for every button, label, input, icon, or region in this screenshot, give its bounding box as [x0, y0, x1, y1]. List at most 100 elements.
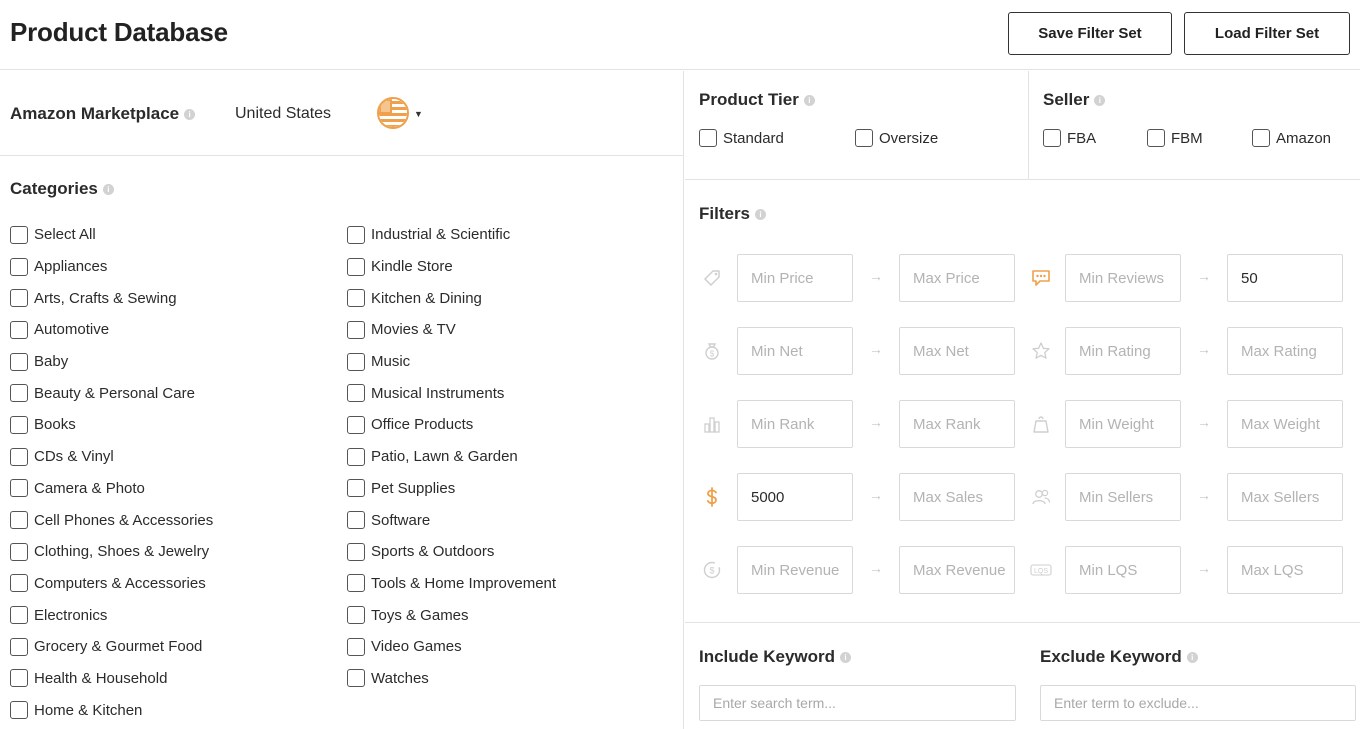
category-office-products[interactable]: Office Products: [347, 409, 556, 441]
category-computers-and-accessories[interactable]: Computers & Accessories: [10, 568, 213, 600]
save-filter-set-button[interactable]: Save Filter Set: [1008, 12, 1172, 55]
checkbox[interactable]: [1043, 129, 1061, 147]
checkbox[interactable]: [10, 701, 28, 720]
min-price-input[interactable]: [737, 254, 853, 302]
category-movies-and-tv[interactable]: Movies & TV: [347, 314, 556, 346]
category-sports-and-outdoors[interactable]: Sports & Outdoors: [347, 536, 556, 568]
min-net-input[interactable]: [737, 327, 853, 375]
max-revenue-input[interactable]: [899, 546, 1015, 594]
include-keyword-input[interactable]: [699, 685, 1016, 721]
checkbox[interactable]: [347, 447, 365, 466]
category-beauty-and-personal-care[interactable]: Beauty & Personal Care: [10, 377, 213, 409]
checkbox[interactable]: [347, 574, 365, 593]
category-electronics[interactable]: Electronics: [10, 599, 213, 631]
category-clothing-shoes-and-jewelry[interactable]: Clothing, Shoes & Jewelry: [10, 536, 213, 568]
category-toys-and-games[interactable]: Toys & Games: [347, 599, 556, 631]
category-appliances[interactable]: Appliances: [10, 251, 213, 283]
checkbox[interactable]: [347, 511, 365, 530]
checkbox[interactable]: [1147, 129, 1165, 147]
checkbox[interactable]: [347, 637, 365, 656]
checkbox[interactable]: [10, 415, 28, 434]
category-musical-instruments[interactable]: Musical Instruments: [347, 377, 556, 409]
min-sellers-input[interactable]: [1065, 473, 1181, 521]
min-lqs-input[interactable]: [1065, 546, 1181, 594]
exclude-keyword-input[interactable]: [1040, 685, 1356, 721]
category-industrial-and-scientific[interactable]: Industrial & Scientific: [347, 219, 556, 251]
seller-fba-option[interactable]: FBA: [1043, 129, 1096, 147]
category-video-games[interactable]: Video Games: [347, 631, 556, 663]
checkbox[interactable]: [10, 637, 28, 656]
category-health-and-household[interactable]: Health & Household: [10, 663, 213, 695]
checkbox[interactable]: [347, 606, 365, 625]
checkbox[interactable]: [10, 257, 28, 276]
info-icon[interactable]: i: [1186, 652, 1198, 664]
checkbox[interactable]: [10, 384, 28, 403]
checkbox[interactable]: [10, 574, 28, 593]
category-camera-and-photo[interactable]: Camera & Photo: [10, 473, 213, 505]
max-rank-input[interactable]: [899, 400, 1015, 448]
min-rank-input[interactable]: [737, 400, 853, 448]
max-sellers-input[interactable]: [1227, 473, 1343, 521]
checkbox[interactable]: [347, 257, 365, 276]
checkbox[interactable]: [699, 129, 717, 147]
info-icon[interactable]: i: [755, 209, 767, 221]
min-weight-input[interactable]: [1065, 400, 1181, 448]
us-flag-icon[interactable]: [377, 97, 409, 129]
checkbox[interactable]: [10, 511, 28, 530]
max-price-input[interactable]: [899, 254, 1015, 302]
info-icon[interactable]: i: [840, 652, 852, 664]
checkbox[interactable]: [10, 669, 28, 688]
category-music[interactable]: Music: [347, 346, 556, 378]
info-icon[interactable]: i: [803, 95, 815, 107]
max-net-input[interactable]: [899, 327, 1015, 375]
seller-amazon-option[interactable]: Amazon: [1252, 129, 1331, 147]
checkbox[interactable]: [347, 669, 365, 688]
category-books[interactable]: Books: [10, 409, 213, 441]
load-filter-set-button[interactable]: Load Filter Set: [1184, 12, 1350, 55]
checkbox[interactable]: [347, 320, 365, 339]
checkbox[interactable]: [347, 415, 365, 434]
max-rating-input[interactable]: [1227, 327, 1343, 375]
category-kitchen-and-dining[interactable]: Kitchen & Dining: [347, 282, 556, 314]
info-icon[interactable]: i: [184, 109, 196, 121]
checkbox[interactable]: [10, 542, 28, 561]
info-icon[interactable]: i: [102, 184, 114, 196]
info-icon[interactable]: i: [1094, 95, 1106, 107]
category-automotive[interactable]: Automotive: [10, 314, 213, 346]
tier-oversize-option[interactable]: Oversize: [855, 129, 938, 147]
category-cell-phones-and-accessories[interactable]: Cell Phones & Accessories: [10, 504, 213, 536]
category-watches[interactable]: Watches: [347, 663, 556, 695]
checkbox[interactable]: [347, 289, 365, 308]
category-kindle-store[interactable]: Kindle Store: [347, 251, 556, 283]
checkbox[interactable]: [10, 320, 28, 339]
category-select-all[interactable]: Select All: [10, 219, 213, 251]
checkbox[interactable]: [10, 606, 28, 625]
min-rating-input[interactable]: [1065, 327, 1181, 375]
category-pet-supplies[interactable]: Pet Supplies: [347, 473, 556, 505]
checkbox[interactable]: [347, 479, 365, 498]
category-software[interactable]: Software: [347, 504, 556, 536]
category-cds-and-vinyl[interactable]: CDs & Vinyl: [10, 441, 213, 473]
chevron-down-icon[interactable]: ▼: [414, 109, 423, 119]
min-sales-input[interactable]: [737, 473, 853, 521]
category-arts-crafts-and-sewing[interactable]: Arts, Crafts & Sewing: [10, 282, 213, 314]
seller-fbm-option[interactable]: FBM: [1147, 129, 1203, 147]
checkbox[interactable]: [347, 225, 365, 244]
checkbox[interactable]: [10, 289, 28, 308]
category-grocery-and-gourmet-food[interactable]: Grocery & Gourmet Food: [10, 631, 213, 663]
min-revenue-input[interactable]: [737, 546, 853, 594]
checkbox[interactable]: [10, 447, 28, 466]
category-home-and-kitchen[interactable]: Home & Kitchen: [10, 694, 213, 726]
max-reviews-input[interactable]: [1227, 254, 1343, 302]
max-weight-input[interactable]: [1227, 400, 1343, 448]
max-sales-input[interactable]: [899, 473, 1015, 521]
tier-standard-option[interactable]: Standard: [699, 129, 784, 147]
checkbox[interactable]: [10, 225, 28, 244]
category-tools-and-home-improvement[interactable]: Tools & Home Improvement: [347, 568, 556, 600]
category-baby[interactable]: Baby: [10, 346, 213, 378]
min-reviews-input[interactable]: [1065, 254, 1181, 302]
checkbox[interactable]: [1252, 129, 1270, 147]
max-lqs-input[interactable]: [1227, 546, 1343, 594]
checkbox[interactable]: [347, 352, 365, 371]
category-patio-lawn-and-garden[interactable]: Patio, Lawn & Garden: [347, 441, 556, 473]
